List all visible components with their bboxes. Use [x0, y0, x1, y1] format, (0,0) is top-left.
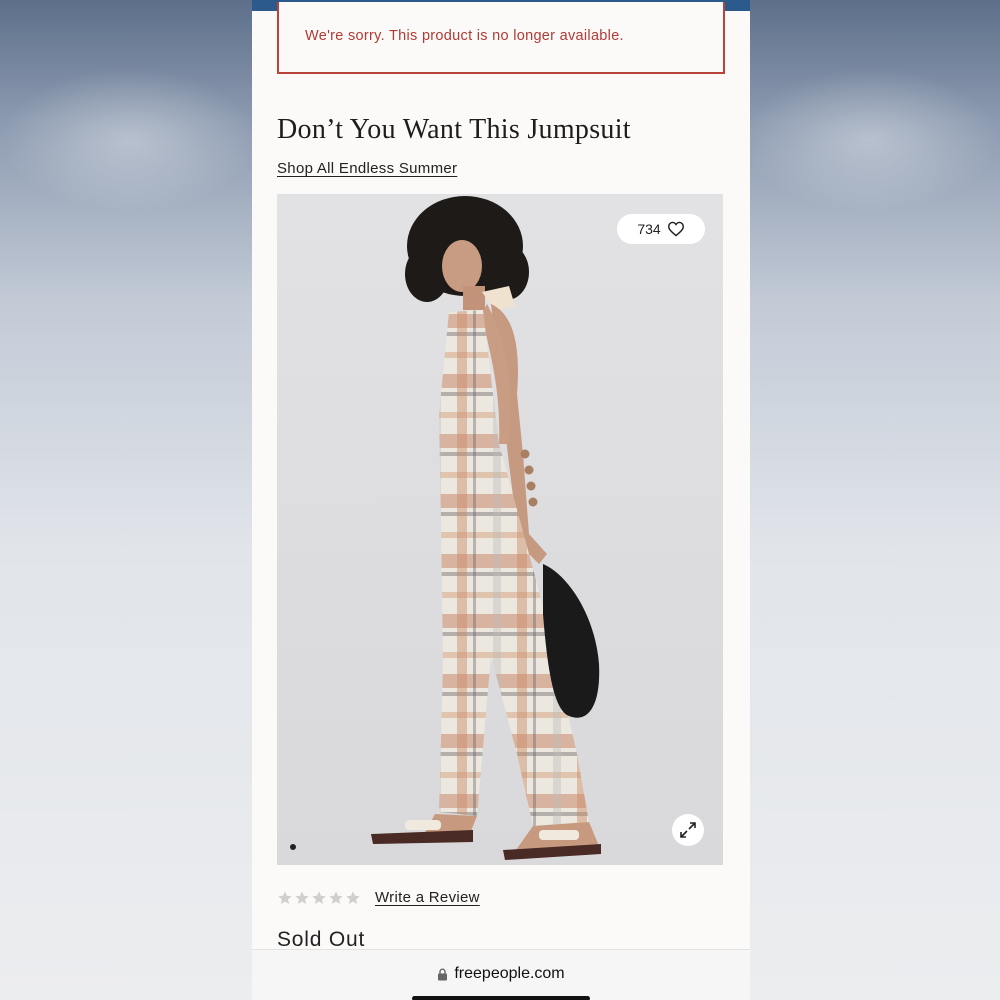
- alert-message: We're sorry. This product is no longer a…: [305, 28, 624, 44]
- product-title: Don’t You Want This Jumpsuit: [277, 114, 631, 145]
- star-icon: [329, 890, 343, 904]
- heart-icon: [667, 221, 684, 237]
- write-review-link[interactable]: Write a Review: [375, 889, 480, 906]
- star-icon: [346, 890, 360, 904]
- star-icon: [312, 890, 326, 904]
- url-text: freepeople.com: [454, 965, 565, 982]
- mobile-screen: We're sorry. This product is no longer a…: [252, 0, 750, 1000]
- url-display[interactable]: freepeople.com: [252, 965, 750, 983]
- carousel-dot[interactable]: [290, 844, 296, 850]
- lock-icon: [438, 967, 448, 980]
- rating-row: Write a Review: [277, 889, 480, 906]
- product-image[interactable]: 734: [277, 194, 723, 865]
- star-icon: [295, 890, 309, 904]
- browser-url-bar[interactable]: freepeople.com: [252, 949, 750, 1000]
- model-photo: [371, 196, 601, 860]
- expand-image-button[interactable]: [672, 814, 704, 846]
- unavailable-alert: We're sorry. This product is no longer a…: [277, 2, 725, 74]
- like-button[interactable]: 734: [617, 214, 705, 244]
- expand-icon: [680, 822, 696, 838]
- home-indicator[interactable]: [412, 996, 590, 1000]
- like-count: 734: [637, 221, 661, 237]
- rating-stars: [277, 890, 361, 906]
- shop-collection-link[interactable]: Shop All Endless Summer: [277, 160, 457, 177]
- star-icon: [278, 890, 292, 904]
